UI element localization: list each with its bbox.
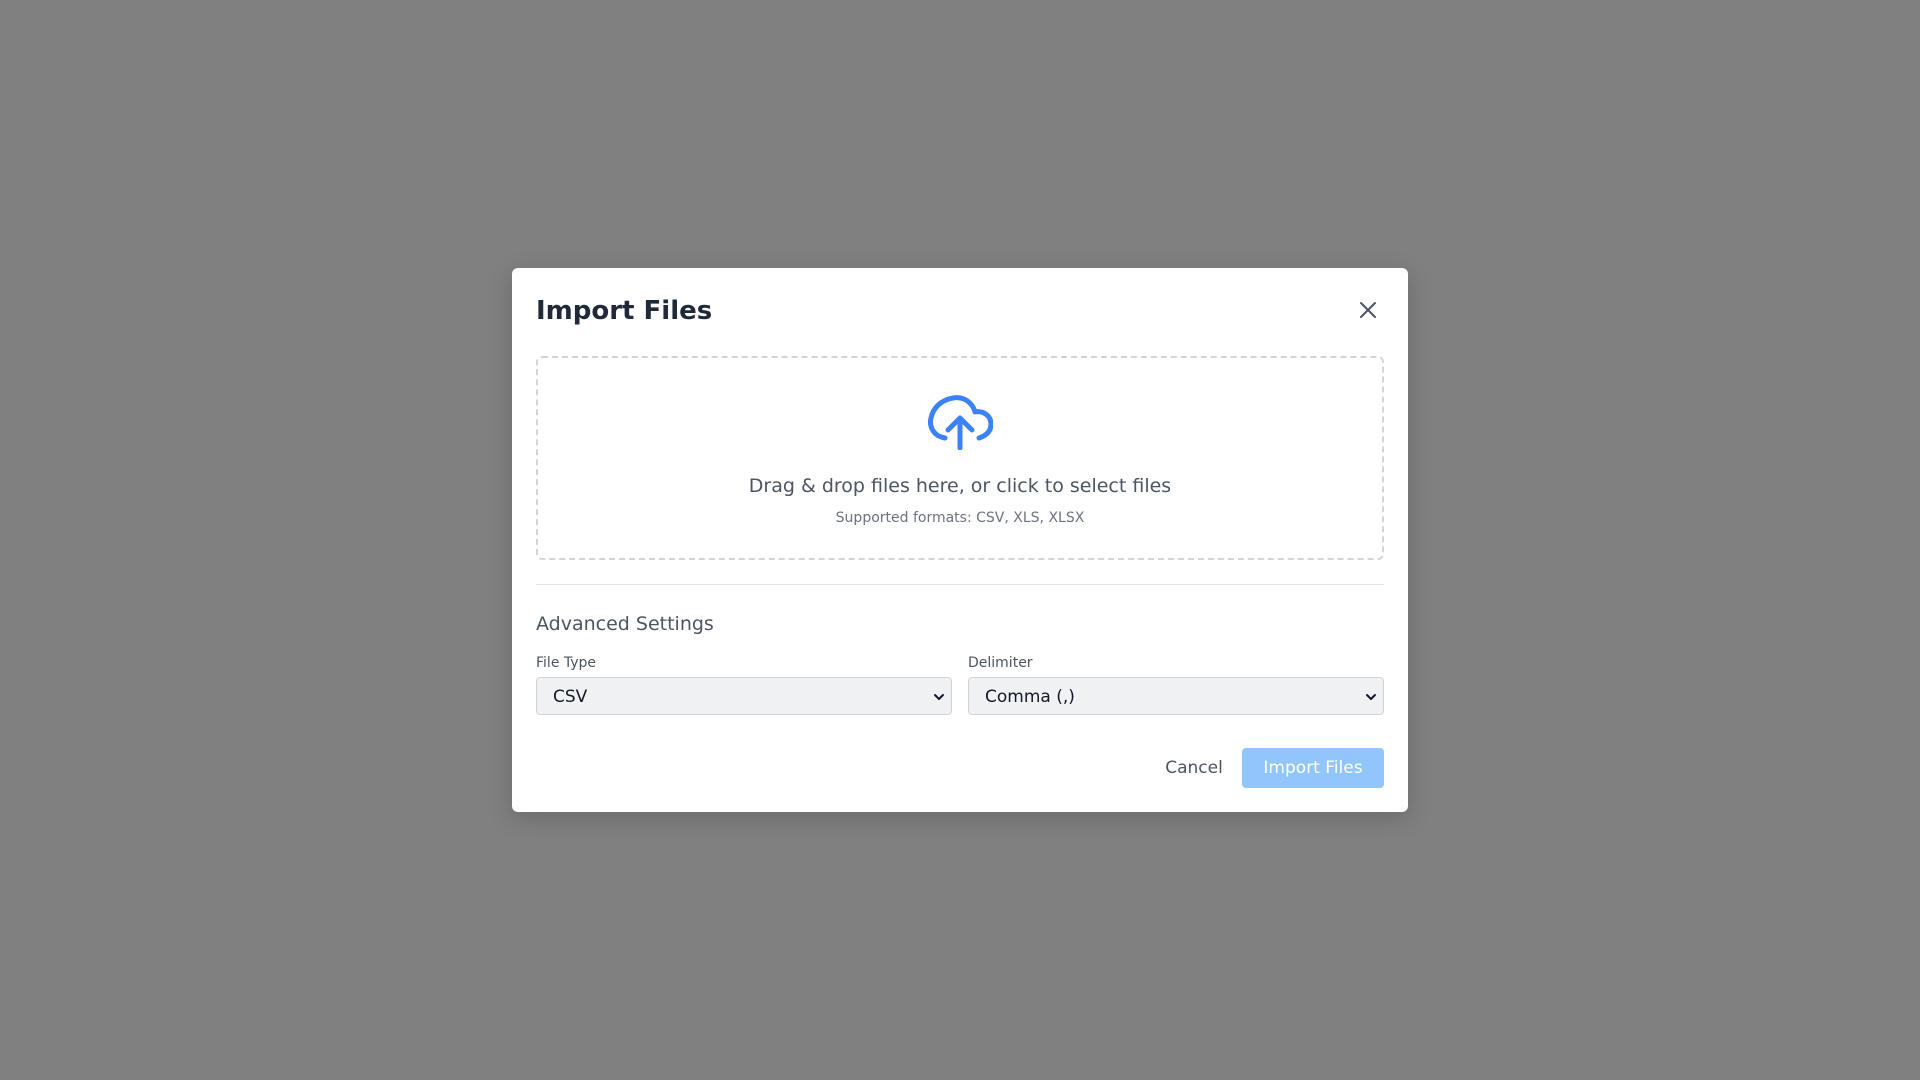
import-files-dialog: Import Files Drag & drop files here, or …	[512, 268, 1408, 812]
close-button[interactable]	[1352, 294, 1384, 326]
file-type-label: File Type	[536, 655, 597, 671]
cancel-button[interactable]: Cancel	[1144, 749, 1244, 787]
close-icon	[1360, 302, 1376, 318]
import-files-button[interactable]: Import Files	[1242, 748, 1384, 788]
delimiter-select[interactable]: Comma (,)	[968, 677, 1384, 715]
file-type-value: CSV	[553, 687, 588, 707]
chevron-down-icon	[934, 694, 944, 700]
dropzone-instructions: Drag & drop files here, or click to sele…	[748, 475, 1172, 497]
section-divider	[536, 584, 1384, 585]
file-dropzone[interactable]: Drag & drop files here, or click to sele…	[536, 356, 1384, 560]
chevron-down-icon	[1366, 694, 1376, 700]
file-type-select[interactable]: CSV	[536, 677, 952, 715]
advanced-settings-title: Advanced Settings	[536, 613, 714, 635]
delimiter-label: Delimiter	[968, 655, 1033, 671]
dialog-title: Import Files	[536, 296, 713, 326]
supported-formats-text: Supported formats: CSV, XLS, XLSX	[835, 510, 1085, 526]
delimiter-value: Comma (,)	[985, 687, 1075, 707]
cloud-upload-icon	[928, 395, 993, 450]
